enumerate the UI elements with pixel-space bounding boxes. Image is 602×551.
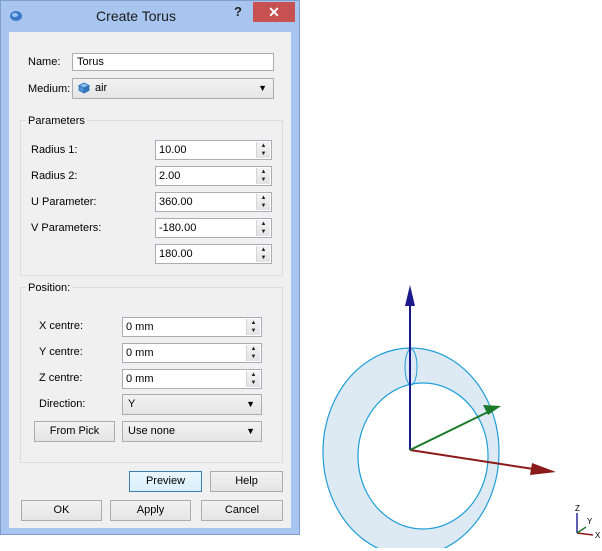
y-centre-label: Y centre: [39, 346, 83, 358]
spin-down-icon[interactable]: ▼ [257, 202, 270, 210]
x-centre-stepper[interactable]: ▲ ▼ [246, 319, 260, 335]
radius1-label: Radius 1: [31, 144, 78, 156]
radius1-value: 10.00 [159, 144, 187, 156]
spin-up-icon[interactable]: ▲ [257, 194, 270, 202]
torus-preview [322, 347, 500, 551]
direction-label: Direction: [39, 398, 86, 410]
direction-select-value: Y [128, 398, 136, 410]
y-centre-value: 0 mm [126, 347, 154, 359]
spin-up-icon[interactable]: ▲ [257, 220, 270, 228]
u-parameter-spinbox[interactable]: 360.00 ▲ ▼ [155, 192, 272, 212]
radius2-stepper[interactable]: ▲ ▼ [256, 168, 270, 184]
y-centre-spinbox[interactable]: 0 mm ▲ ▼ [122, 343, 262, 363]
spin-up-icon[interactable]: ▲ [257, 168, 270, 176]
cancel-button[interactable]: Cancel [201, 500, 283, 521]
v-min-stepper[interactable]: ▲ ▼ [256, 220, 270, 236]
spin-up-icon[interactable]: ▲ [257, 142, 270, 150]
apply-button[interactable]: Apply [110, 500, 191, 521]
triad-y-label: Y [587, 517, 593, 526]
direction-select[interactable]: Y ▼ [122, 394, 262, 415]
spin-up-icon[interactable]: ▲ [247, 319, 260, 327]
v-max-spinbox[interactable]: 180.00 ▲ ▼ [155, 244, 272, 264]
x-centre-label: X centre: [39, 320, 84, 332]
spin-down-icon[interactable]: ▼ [247, 379, 260, 387]
cube-icon [78, 82, 90, 101]
x-centre-spinbox[interactable]: 0 mm ▲ ▼ [122, 317, 262, 337]
position-group-title: Position: [26, 282, 73, 294]
spin-down-icon[interactable]: ▼ [257, 150, 270, 158]
spin-up-icon[interactable]: ▲ [247, 345, 260, 353]
dialog-title: Create Torus [96, 8, 176, 24]
spin-down-icon[interactable]: ▼ [247, 353, 260, 361]
spin-down-icon[interactable]: ▼ [257, 254, 270, 262]
title-help-button[interactable]: ? [227, 3, 249, 21]
y-centre-stepper[interactable]: ▲ ▼ [246, 345, 260, 361]
v-max-stepper[interactable]: ▲ ▼ [256, 246, 270, 262]
preview-button[interactable]: Preview [129, 471, 202, 492]
viewport-canvas[interactable]: Z Y X [300, 0, 602, 551]
chevron-down-icon: ▼ [258, 83, 267, 93]
name-input[interactable]: Torus [72, 53, 274, 71]
spin-down-icon[interactable]: ▼ [257, 228, 270, 236]
parameters-group-title: Parameters [26, 115, 87, 127]
radius2-label: Radius 2: [31, 170, 78, 182]
v-min-spinbox[interactable]: -180.00 ▲ ▼ [155, 218, 272, 238]
axis-triad: Z Y X [575, 504, 601, 540]
radius1-spinbox[interactable]: 10.00 ▲ ▼ [155, 140, 272, 160]
triad-x-label: X [595, 531, 601, 540]
app-icon [9, 9, 23, 23]
pick-mode-select-value: Use none [128, 425, 176, 437]
u-parameter-stepper[interactable]: ▲ ▼ [256, 194, 270, 210]
z-centre-value: 0 mm [126, 373, 154, 385]
spin-up-icon[interactable]: ▲ [247, 371, 260, 379]
triad-z-label: Z [575, 504, 580, 513]
pick-mode-select[interactable]: Use none ▼ [122, 421, 262, 442]
radius1-stepper[interactable]: ▲ ▼ [256, 142, 270, 158]
3d-viewport[interactable]: Z Y X [300, 0, 602, 551]
close-button[interactable]: ✕ [253, 2, 295, 22]
spin-up-icon[interactable]: ▲ [257, 246, 270, 254]
create-torus-dialog: Create Torus ? ✕ Name: Torus Medium: air… [0, 0, 300, 535]
help-button[interactable]: Help [210, 471, 283, 492]
name-label: Name: [28, 56, 61, 68]
radius2-spinbox[interactable]: 2.00 ▲ ▼ [155, 166, 272, 186]
z-centre-spinbox[interactable]: 0 mm ▲ ▼ [122, 369, 262, 389]
x-centre-value: 0 mm [126, 321, 154, 333]
axis-right [409, 449, 556, 475]
v-parameters-label: V Parameters: [31, 222, 102, 234]
v-min-value: -180.00 [159, 222, 197, 234]
chevron-down-icon: ▼ [246, 399, 255, 409]
from-pick-button[interactable]: From Pick [34, 421, 115, 442]
medium-select-value: air [95, 82, 108, 94]
medium-select[interactable]: air ▼ [72, 78, 274, 99]
u-parameter-label: U Parameter: [31, 196, 97, 208]
medium-label: Medium: [28, 83, 71, 95]
z-centre-stepper[interactable]: ▲ ▼ [246, 371, 260, 387]
title-bar: Create Torus ? ✕ [1, 1, 299, 31]
spin-down-icon[interactable]: ▼ [247, 327, 260, 335]
ok-button[interactable]: OK [21, 500, 102, 521]
radius2-value: 2.00 [159, 170, 181, 182]
z-centre-label: Z centre: [39, 372, 83, 384]
dialog-client-area: Name: Torus Medium: air ▼ Parameters Rad… [9, 32, 291, 528]
v-max-value: 180.00 [159, 248, 193, 260]
spin-down-icon[interactable]: ▼ [257, 176, 270, 184]
u-parameter-value: 360.00 [159, 196, 193, 208]
chevron-down-icon: ▼ [246, 426, 255, 436]
